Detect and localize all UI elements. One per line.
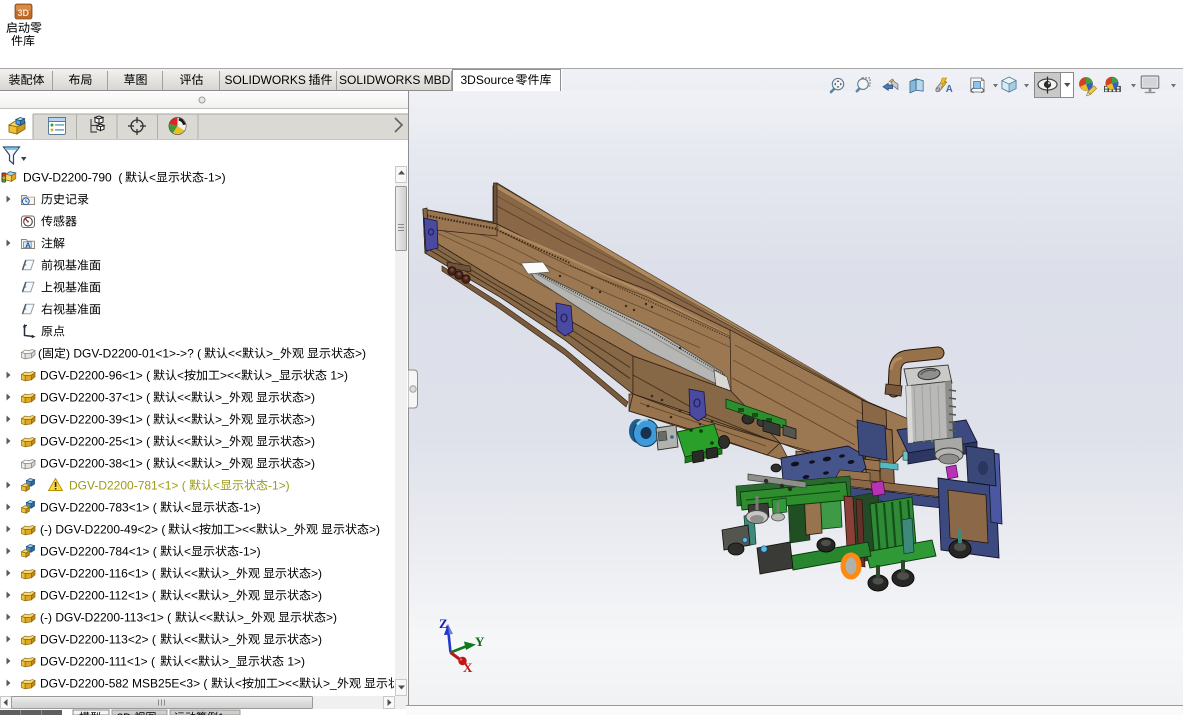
svg-text:(-) DGV-D2200-113<1> (: (-) DGV-D2200-113<1> (	[40, 611, 171, 625]
svg-text:>_: >_	[215, 435, 229, 449]
svg-text:<<: <<	[199, 611, 213, 625]
svg-text:>): >)	[326, 611, 337, 625]
svg-text:<: <	[184, 501, 191, 515]
svg-text:<: <	[235, 677, 242, 691]
svg-text:SOLIDWORKS MBD: SOLIDWORKS MBD	[339, 73, 451, 87]
svg-text:><<: ><<	[220, 369, 241, 383]
svg-text:>): >)	[355, 347, 366, 361]
svg-text:1>): 1>)	[327, 369, 348, 383]
svg-text:>_: >_	[215, 391, 229, 405]
svg-text:<<: <<	[177, 457, 191, 471]
svg-text:<: <	[184, 545, 191, 559]
svg-text:<<: <<	[177, 435, 191, 449]
svg-text:<<: <<	[184, 567, 198, 581]
svg-text:DGV-D2200-25<1> (: DGV-D2200-25<1> (	[40, 435, 150, 449]
svg-text:>_: >_	[237, 611, 251, 625]
svg-text:>_: >_	[222, 589, 236, 603]
svg-text:3D: 3D	[18, 8, 30, 18]
svg-text:><<: ><<	[235, 523, 256, 537]
svg-text:DGV-D2200-790 (: DGV-D2200-790 (	[23, 171, 122, 185]
svg-text:>_: >_	[265, 369, 279, 383]
svg-text:>): >)	[311, 589, 322, 603]
svg-text:DGV-D2200-37<1> (: DGV-D2200-37<1> (	[40, 391, 150, 405]
svg-text:DGV-D2200-783<1> (: DGV-D2200-783<1> (	[40, 501, 157, 515]
svg-text:>_: >_	[280, 523, 294, 537]
svg-text:A: A	[946, 84, 953, 95]
svg-text:<: <	[177, 369, 184, 383]
svg-text:>_: >_	[323, 677, 337, 691]
svg-text:<<: <<	[184, 589, 198, 603]
svg-text:>_: >_	[215, 413, 229, 427]
svg-text:Z: Z	[439, 616, 448, 631]
svg-text:DGV-D2200-38<1> (: DGV-D2200-38<1> (	[40, 457, 150, 471]
svg-text:<<: <<	[184, 655, 198, 669]
svg-text:-1>): -1>)	[204, 171, 226, 185]
svg-text:) DGV-D2200-01<1>->? (: ) DGV-D2200-01<1>->? (	[66, 347, 201, 361]
svg-text:<: <	[192, 523, 199, 537]
svg-text:>): >)	[304, 457, 315, 471]
svg-text:DGV-D2200-113<2> (: DGV-D2200-113<2> (	[40, 633, 156, 647]
svg-text:>): >)	[304, 391, 315, 405]
svg-text:>_: >_	[222, 567, 236, 581]
svg-text:>_: >_	[215, 457, 229, 471]
svg-text:<<: <<	[177, 413, 191, 427]
svg-text:3DSource: 3DSource	[461, 73, 515, 87]
svg-text:>_: >_	[266, 347, 280, 361]
svg-text:DGV-D2200-784<1> (: DGV-D2200-784<1> (	[40, 545, 157, 559]
svg-text:>): >)	[311, 567, 322, 581]
svg-text:DGV-D2200-39<1> (: DGV-D2200-39<1> (	[40, 413, 150, 427]
svg-text:DGV-D2200-582 MSB25E<3> (: DGV-D2200-582 MSB25E<3> (	[40, 677, 207, 691]
svg-text:>): >)	[311, 633, 322, 647]
svg-text:SOLIDWORKS: SOLIDWORKS	[225, 73, 310, 87]
svg-text:<: <	[213, 479, 220, 493]
svg-text:><<: ><<	[278, 677, 299, 691]
svg-text:Y: Y	[475, 634, 485, 649]
svg-text:DGV-D2200-111<1> (: DGV-D2200-111<1> (	[40, 655, 155, 669]
svg-text:>): >)	[304, 435, 315, 449]
svg-text:<<: <<	[177, 391, 191, 405]
svg-text:(-) DGV-D2200-49<2> (: (-) DGV-D2200-49<2> (	[40, 523, 165, 537]
svg-text:-1>): -1>)	[239, 545, 261, 559]
svg-text:(: (	[38, 347, 42, 361]
svg-text:>_: >_	[222, 633, 236, 647]
svg-text:>): >)	[304, 413, 315, 427]
svg-text:-1>): -1>)	[239, 501, 261, 515]
svg-text:>): >)	[369, 523, 380, 537]
svg-text:DGV-D2200-96<1> (: DGV-D2200-96<1> (	[40, 369, 150, 383]
svg-text:<<: <<	[184, 633, 198, 647]
svg-text:<<: <<	[228, 347, 242, 361]
svg-text:DGV-D2200-112<1> (: DGV-D2200-112<1> (	[40, 589, 156, 603]
svg-text:-1>): -1>)	[268, 479, 290, 493]
svg-text:X: X	[463, 660, 473, 675]
svg-text:DGV-D2200-781<1> (: DGV-D2200-781<1> (	[69, 479, 186, 493]
svg-text:<: <	[149, 171, 156, 185]
svg-text:DGV-D2200-116<1> (: DGV-D2200-116<1> (	[40, 567, 156, 581]
svg-text:1>): 1>)	[284, 655, 305, 669]
svg-text:>_: >_	[222, 655, 236, 669]
